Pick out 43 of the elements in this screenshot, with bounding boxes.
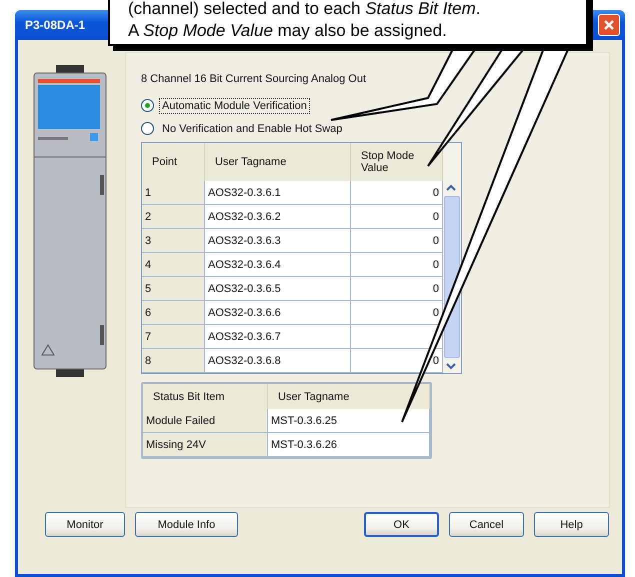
callout-text: A Stop Mode Value may also be assigned. xyxy=(128,20,447,42)
table-cell[interactable]: AOS32-0.3.6.8 xyxy=(205,349,351,373)
window-title: P3-08DA-1 xyxy=(25,18,86,32)
callout-text: (channel) selected and to each Status Bit Item. xyxy=(128,0,480,20)
table-cell[interactable]: AOS32-0.3.6.1 xyxy=(205,181,351,205)
dialog-button[interactable]: Module Info xyxy=(135,512,238,537)
table-cell: Missing 24V xyxy=(143,433,268,457)
table-cell[interactable]: MST-0.3.6.26 xyxy=(268,433,430,457)
dialog-button[interactable]: Monitor xyxy=(45,512,125,537)
dialog-button[interactable]: OK xyxy=(364,512,439,537)
close-icon xyxy=(603,19,615,31)
dialog-button[interactable]: Help xyxy=(534,512,609,537)
table-cell: 1 xyxy=(142,181,205,205)
table-cell: 2 xyxy=(142,205,205,229)
table-cell[interactable]: AOS32-0.3.6.6 xyxy=(205,301,351,325)
table-cell: 4 xyxy=(142,253,205,277)
table-cell[interactable]: 0 xyxy=(351,301,443,325)
table-cell: Module Failed xyxy=(143,409,268,433)
table-cell: 7 xyxy=(142,325,205,349)
table-cell: 6 xyxy=(142,301,205,325)
radio-label[interactable]: No Verification and Enable Hot Swap xyxy=(159,120,346,136)
table-cell[interactable]: AOS32-0.3.6.3 xyxy=(205,229,351,253)
table-cell[interactable]: 0 xyxy=(351,181,443,205)
radio-label[interactable]: Automatic Module Verification xyxy=(159,98,310,114)
table-cell[interactable] xyxy=(351,325,443,349)
radio-button[interactable] xyxy=(141,99,154,112)
table-cell[interactable]: AOS32-0.3.6.4 xyxy=(205,253,351,277)
table-cell: 3 xyxy=(142,229,205,253)
table-cell[interactable]: MST-0.3.6.25 xyxy=(268,409,430,433)
table-cell[interactable]: 0 xyxy=(351,277,443,301)
dialog-button[interactable]: Cancel xyxy=(449,512,524,537)
module-description: 8 Channel 16 Bit Current Sourcing Analog Out xyxy=(141,73,366,85)
table-cell[interactable]: 0 xyxy=(351,205,443,229)
table-cell[interactable]: 0 xyxy=(351,349,443,373)
close-button[interactable] xyxy=(598,14,620,36)
radio-button[interactable] xyxy=(141,122,154,135)
table-cell[interactable]: 0 xyxy=(351,229,443,253)
table-cell[interactable]: AOS32-0.3.6.2 xyxy=(205,205,351,229)
table-cell: 8 xyxy=(142,349,205,373)
table-cell[interactable]: 0 xyxy=(351,253,443,277)
table-cell[interactable]: AOS32-0.3.6.7 xyxy=(205,325,351,349)
table-cell: 5 xyxy=(142,277,205,301)
table-cell[interactable]: AOS32-0.3.6.5 xyxy=(205,277,351,301)
